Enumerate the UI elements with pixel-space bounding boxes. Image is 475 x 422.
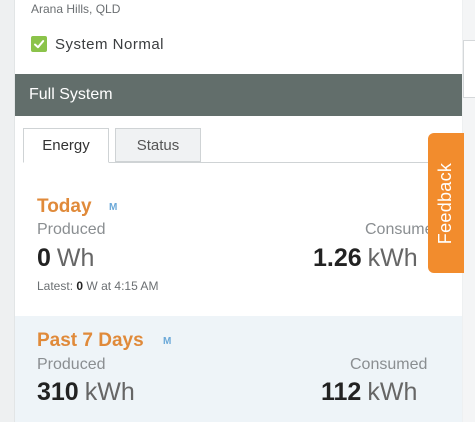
today-produced-value: 0 Wh (37, 244, 95, 272)
past-produced-value: 310 kWh (37, 378, 135, 406)
section-band: Full System (15, 74, 462, 116)
tab-status[interactable]: Status (115, 128, 201, 162)
today-panel: Today M Produced 0 Wh Consumed 1.26 kWh La… (15, 170, 462, 316)
right-side-widget (463, 40, 475, 98)
today-consumed-value: 1.26 kWh (313, 244, 418, 272)
today-badge: M (109, 202, 118, 213)
today-produced-label: Produced (37, 221, 106, 238)
check-icon (31, 36, 47, 52)
latest-reading: Latest: 0 W at 4:15 AM (37, 279, 159, 293)
past-title: Past 7 Days (37, 330, 144, 351)
past-consumed-value: 112 kWh (321, 378, 418, 406)
tab-bar: Energy Status (23, 128, 462, 163)
past-produced-label: Produced (37, 356, 106, 373)
past-7-days-panel: Past 7 Days M Produced 310 kWh Consumed 1… (15, 316, 462, 422)
past-consumed-label: Consumed (350, 356, 428, 373)
status-text: System Normal (55, 35, 165, 53)
feedback-label: Feedback (435, 162, 456, 244)
past-badge: M (163, 336, 172, 347)
system-card: Arana Hills, QLD System Normal Full Syst… (14, 0, 462, 422)
band-title: Full System (29, 86, 113, 103)
site-location: Arana Hills, QLD (31, 2, 121, 16)
tab-energy[interactable]: Energy (23, 128, 109, 163)
system-status: System Normal (31, 34, 164, 54)
feedback-tab[interactable]: Feedback (428, 133, 464, 273)
today-title: Today (37, 196, 92, 217)
